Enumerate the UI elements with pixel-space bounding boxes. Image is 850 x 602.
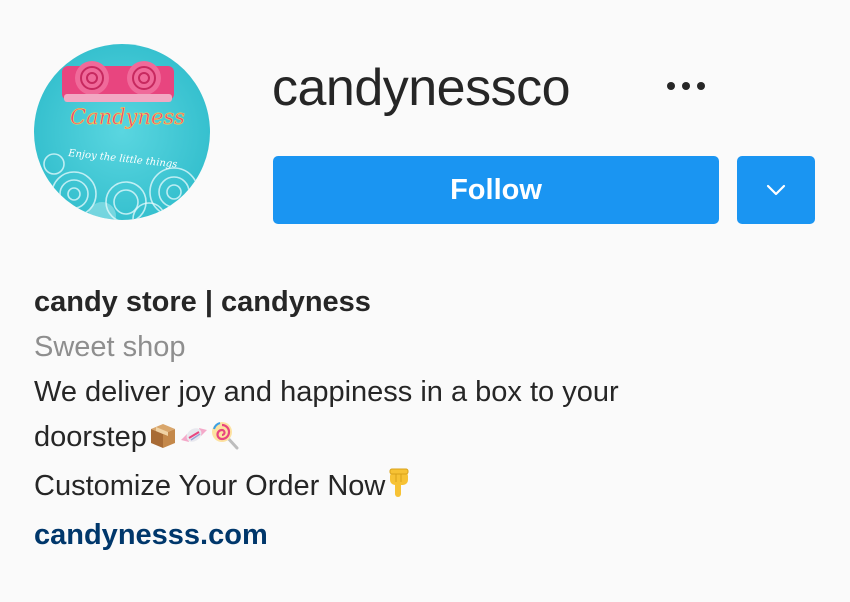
- suggested-accounts-dropdown-button[interactable]: [737, 156, 815, 224]
- profile-avatar[interactable]: Candyness Enjoy the little things: [34, 44, 210, 220]
- profile-username: candynessco: [272, 59, 571, 117]
- package-icon: [148, 419, 178, 464]
- bio-line-2: doorstep: [34, 415, 814, 464]
- profile-full-name: candy store | candyness: [34, 286, 371, 318]
- avatar-logo-text: Candyness: [70, 105, 185, 129]
- follow-button[interactable]: Follow: [273, 156, 719, 224]
- bio-line-1: We deliver joy and happiness in a box to…: [34, 376, 619, 408]
- profile-bio: candy store | candyness Sweet shop We de…: [34, 280, 814, 558]
- profile-category: Sweet shop: [34, 331, 186, 363]
- chevron-down-icon: [766, 184, 786, 196]
- website-link[interactable]: candynesss.com: [34, 513, 814, 558]
- pointing-down-icon: [386, 467, 412, 513]
- lollipop-icon: [210, 419, 240, 464]
- more-options-icon[interactable]: [660, 70, 712, 102]
- bio-line-3: Customize Your Order Now: [34, 464, 814, 513]
- bio-line-2-text: doorstep: [34, 421, 147, 453]
- bio-line-3-text: Customize Your Order Now: [34, 470, 386, 502]
- candy-icon: [179, 419, 209, 464]
